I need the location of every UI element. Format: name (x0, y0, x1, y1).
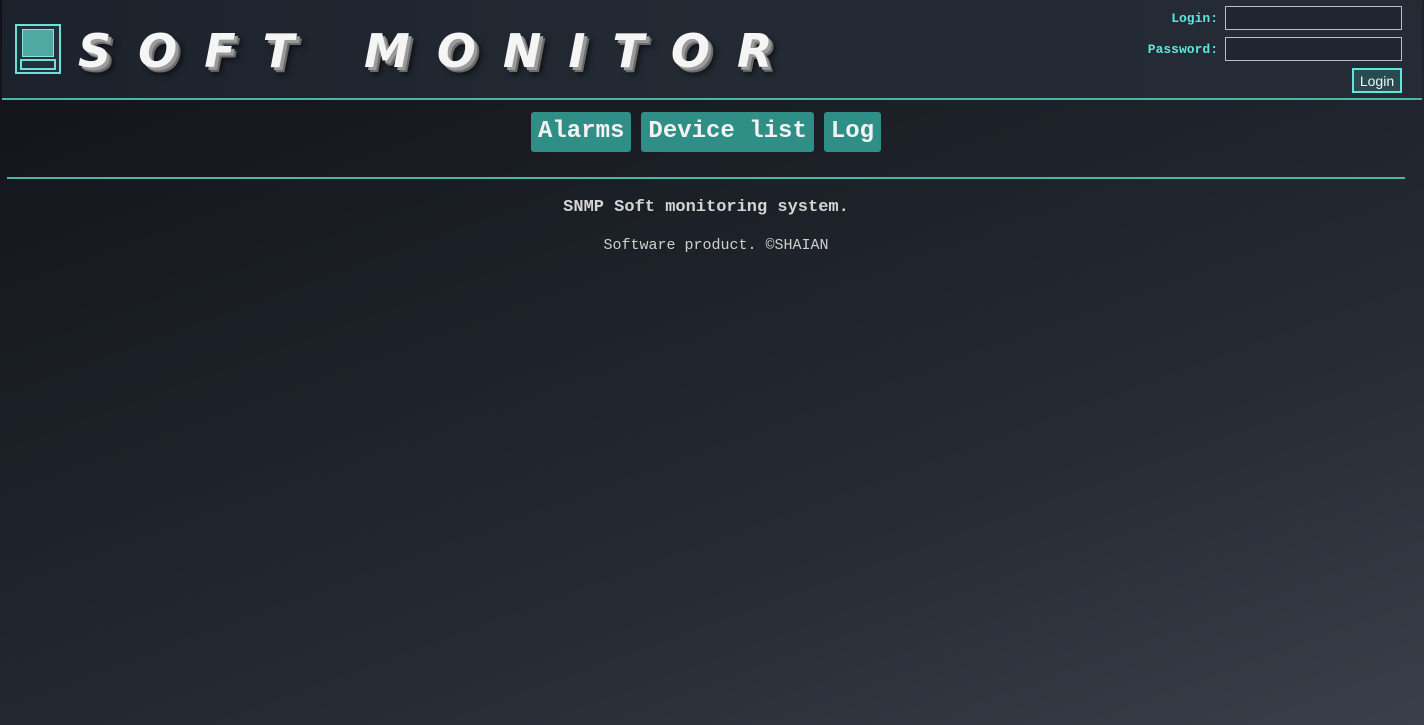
login-row: Login: (1171, 6, 1402, 30)
header: SOFT MONITOR Login: Password: Login (2, 0, 1422, 100)
password-label: Password: (1147, 41, 1218, 57)
nav-device-list-button[interactable]: Device list (641, 112, 814, 152)
monitor-base (20, 59, 56, 70)
nav-log-button[interactable]: Log (823, 112, 882, 152)
login-button[interactable]: Login (1352, 68, 1402, 93)
logo-text: SOFT MONITOR (78, 24, 800, 78)
login-label: Login: (1171, 10, 1218, 26)
login-input[interactable] (1225, 6, 1402, 30)
divider (7, 177, 1405, 179)
intro-subtitle: Software product. ©SHAIAN (603, 237, 829, 254)
main-nav: Alarms Device list Log (531, 112, 882, 152)
monitor-icon (15, 24, 61, 74)
password-row: Password: (1148, 37, 1402, 61)
password-input[interactable] (1225, 37, 1402, 61)
monitor-screen (22, 29, 54, 57)
nav-alarms-button[interactable]: Alarms (531, 112, 632, 152)
intro-title: SNMP Soft monitoring system. (563, 198, 849, 217)
